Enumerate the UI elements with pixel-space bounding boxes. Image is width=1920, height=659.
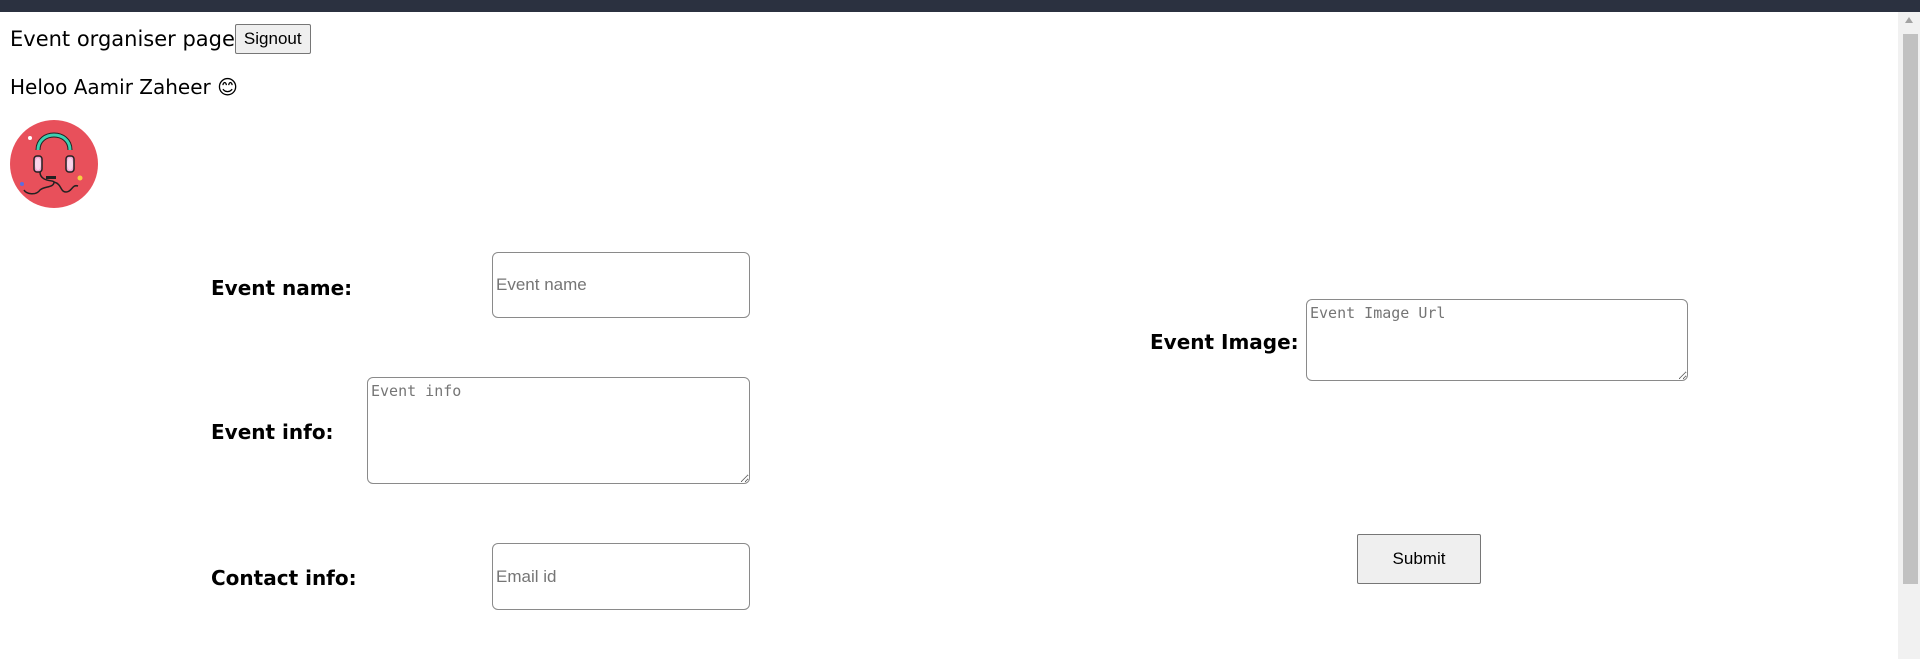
page-title: Event organiser page xyxy=(10,27,235,51)
scroll-up-arrow-icon[interactable] xyxy=(1905,17,1913,23)
contact-info-label: Contact info: xyxy=(211,566,357,590)
browser-top-bar xyxy=(0,0,1920,12)
headphones-icon xyxy=(20,132,83,195)
contact-email-input[interactable] xyxy=(492,543,750,610)
event-info-label: Event info: xyxy=(211,420,334,444)
event-name-input[interactable] xyxy=(492,252,750,318)
greeting-text: Heloo Aamir Zaheer 😊 xyxy=(10,75,238,99)
event-info-textarea[interactable] xyxy=(367,377,750,484)
event-image-label: Event Image: xyxy=(1150,330,1299,354)
vertical-scrollbar[interactable] xyxy=(1898,12,1920,659)
page-content: Event organiser page Signout Heloo Aamir… xyxy=(0,12,1898,659)
event-image-url-textarea[interactable] xyxy=(1306,299,1688,381)
event-name-label: Event name: xyxy=(211,276,353,300)
signout-button[interactable]: Signout xyxy=(234,24,311,54)
scrollbar-thumb[interactable] xyxy=(1903,34,1918,584)
avatar xyxy=(10,120,98,208)
header: Event organiser page Signout xyxy=(10,24,311,54)
submit-button[interactable]: Submit xyxy=(1357,534,1481,584)
